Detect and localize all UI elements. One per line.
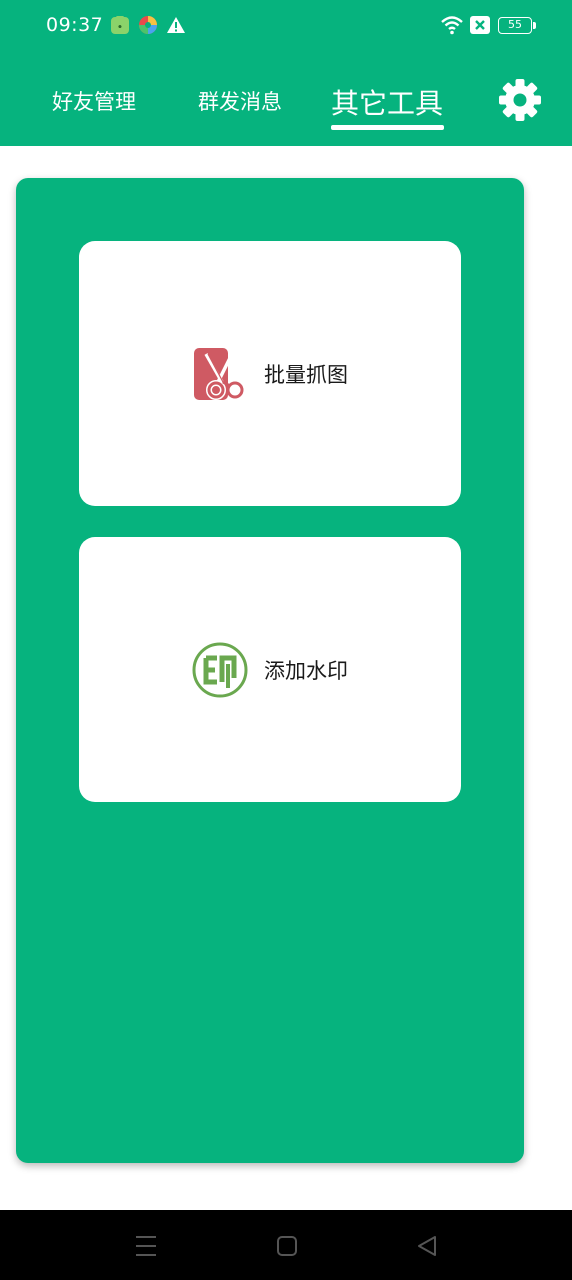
- svg-text:ꔷ: ꔷ: [118, 23, 122, 33]
- menu-icon[interactable]: [134, 1234, 158, 1258]
- tool-card-content: 批量抓图: [79, 241, 461, 506]
- colorful-app-icon: [139, 16, 157, 34]
- system-nav-bar: [0, 1210, 572, 1280]
- watermark-stamp-icon: [192, 642, 248, 697]
- alert-triangle-icon: [167, 17, 185, 33]
- shopping-app-icon: ꔷ: [111, 16, 129, 34]
- scissors-image-icon: [194, 347, 244, 400]
- header: 09:37 ꔷ 55 好友管理 群发消息 其它工具: [0, 0, 572, 146]
- tools-panel: 批量抓图 添加水印: [16, 178, 524, 1163]
- tab-bulk-message[interactable]: 群发消息: [198, 86, 282, 116]
- back-icon[interactable]: [415, 1234, 439, 1258]
- battery-indicator: 55: [498, 17, 536, 34]
- tool-card-add-watermark[interactable]: 添加水印: [79, 537, 461, 802]
- screen: 09:37 ꔷ 55 好友管理 群发消息 其它工具 批量抓图 添加水印: [0, 0, 572, 1280]
- tab-bar: 好友管理 群发消息 其它工具: [0, 70, 572, 146]
- x-box-icon: [470, 16, 490, 34]
- home-icon[interactable]: [275, 1234, 299, 1258]
- active-tab-indicator: [331, 125, 444, 130]
- status-time: 09:37: [46, 14, 104, 36]
- tool-label: 添加水印: [264, 658, 348, 683]
- gear-icon[interactable]: [498, 78, 542, 122]
- wifi-icon: [441, 16, 463, 35]
- tab-other-tools[interactable]: 其它工具: [331, 82, 443, 122]
- status-bar: 09:37 ꔷ 55: [0, 0, 572, 52]
- tab-friend-management[interactable]: 好友管理: [52, 86, 136, 116]
- tool-label: 批量抓图: [264, 362, 348, 387]
- tool-card-batch-capture[interactable]: 批量抓图: [79, 241, 461, 506]
- tool-card-content: 添加水印: [79, 537, 461, 802]
